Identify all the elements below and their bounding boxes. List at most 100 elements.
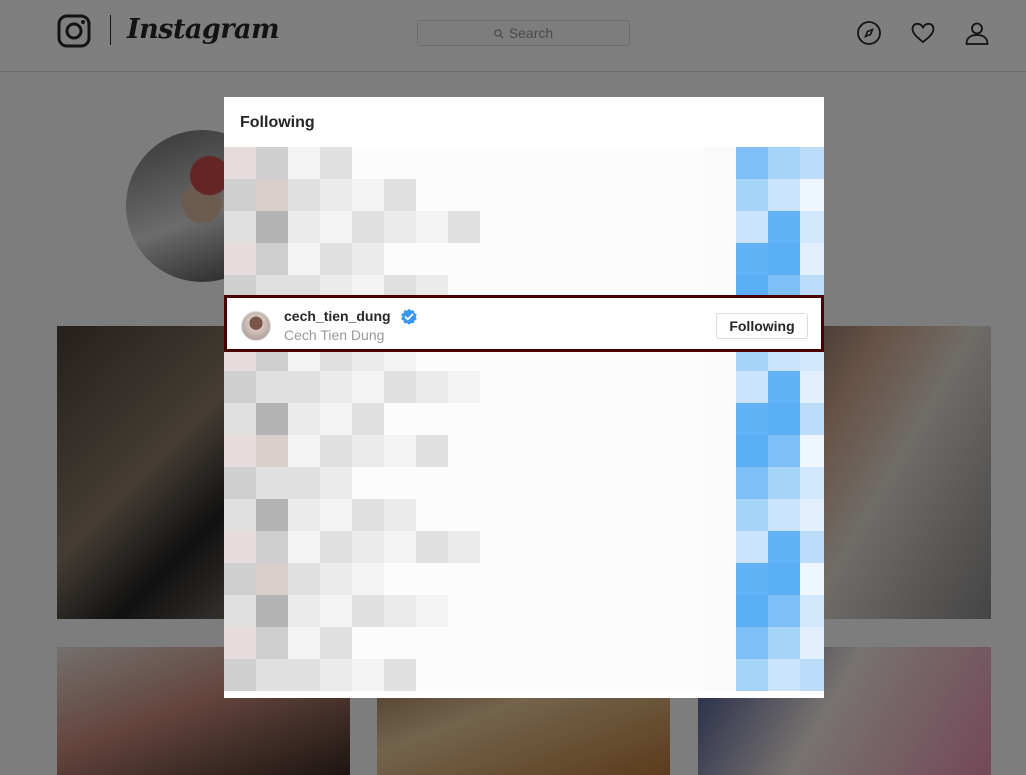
pixel-block — [768, 595, 800, 627]
pixel-block — [448, 659, 480, 691]
pixel-block — [480, 467, 512, 499]
pixel-block — [576, 627, 608, 659]
pixel-block — [480, 499, 512, 531]
pixel-block — [544, 467, 576, 499]
pixel-block — [576, 179, 608, 211]
pixel-block — [288, 211, 320, 243]
pixel-block — [480, 595, 512, 627]
pixel-block — [416, 499, 448, 531]
pixel-block — [288, 147, 320, 179]
pixel-block — [352, 595, 384, 627]
pixel-block — [544, 147, 576, 179]
pixel-block — [288, 467, 320, 499]
pixel-block — [672, 179, 704, 211]
following-button[interactable]: Following — [716, 313, 808, 339]
pixel-block — [768, 147, 800, 179]
pixel-block — [768, 179, 800, 211]
pixel-block — [288, 179, 320, 211]
pixel-block — [224, 563, 256, 595]
pixel-block — [800, 243, 824, 275]
pixel-block — [672, 147, 704, 179]
pixel-block — [704, 179, 736, 211]
pixel-block — [416, 627, 448, 659]
pixel-block — [544, 563, 576, 595]
pixel-block — [256, 627, 288, 659]
pixel-block — [480, 147, 512, 179]
pixel-block — [672, 499, 704, 531]
pixel-block — [736, 403, 768, 435]
pixel-block — [416, 147, 448, 179]
pixel-block — [320, 243, 352, 275]
pixel-block — [384, 211, 416, 243]
pixel-block — [800, 403, 824, 435]
pixel-block — [480, 371, 512, 403]
pixel-row — [224, 147, 824, 179]
pixel-block — [448, 435, 480, 467]
pixel-block — [640, 403, 672, 435]
pixel-block — [608, 467, 640, 499]
pixel-block — [640, 627, 672, 659]
pixel-block — [384, 531, 416, 563]
pixel-block — [800, 563, 824, 595]
pixel-block — [384, 403, 416, 435]
pixel-block — [256, 499, 288, 531]
pixel-block — [256, 435, 288, 467]
pixel-block — [448, 147, 480, 179]
pixel-block — [512, 595, 544, 627]
pixel-block — [704, 435, 736, 467]
pixel-block — [256, 531, 288, 563]
pixel-block — [544, 435, 576, 467]
pixel-block — [480, 435, 512, 467]
pixel-block — [800, 499, 824, 531]
pixel-block — [448, 243, 480, 275]
pixel-block — [384, 371, 416, 403]
pixel-block — [576, 435, 608, 467]
pixel-block — [640, 467, 672, 499]
pixel-block — [320, 467, 352, 499]
pixel-block — [416, 563, 448, 595]
pixel-block — [448, 403, 480, 435]
pixel-block — [224, 435, 256, 467]
pixel-block — [608, 563, 640, 595]
pixel-block — [544, 627, 576, 659]
pixel-block — [640, 147, 672, 179]
pixel-block — [608, 627, 640, 659]
highlighted-following-row[interactable]: cech_tien_dung Cech Tien Dung Following — [224, 295, 824, 352]
pixel-block — [672, 563, 704, 595]
pixel-block — [448, 371, 480, 403]
pixel-block — [608, 371, 640, 403]
pixel-block — [256, 147, 288, 179]
pixel-block — [224, 595, 256, 627]
pixel-row — [224, 627, 824, 659]
pixel-block — [320, 595, 352, 627]
pixel-row — [224, 499, 824, 531]
pixel-row — [224, 211, 824, 243]
pixel-block — [768, 499, 800, 531]
pixel-block — [320, 147, 352, 179]
pixel-block — [672, 435, 704, 467]
pixel-block — [640, 211, 672, 243]
pixel-row — [224, 435, 824, 467]
pixel-block — [512, 371, 544, 403]
pixel-block — [736, 435, 768, 467]
pixel-block — [736, 595, 768, 627]
pixel-block — [480, 403, 512, 435]
pixel-block — [352, 627, 384, 659]
pixel-block — [736, 147, 768, 179]
username[interactable]: cech_tien_dung — [284, 308, 391, 324]
pixel-block — [448, 467, 480, 499]
pixel-block — [384, 467, 416, 499]
pixel-block — [416, 403, 448, 435]
pixel-block — [256, 211, 288, 243]
pixel-block — [736, 211, 768, 243]
pixel-block — [320, 627, 352, 659]
pixel-block — [352, 499, 384, 531]
pixel-block — [672, 595, 704, 627]
pixel-block — [672, 467, 704, 499]
pixel-block — [640, 371, 672, 403]
user-avatar[interactable] — [241, 311, 271, 341]
pixel-block — [608, 659, 640, 691]
pixel-block — [736, 563, 768, 595]
pixel-block — [352, 371, 384, 403]
pixel-block — [736, 531, 768, 563]
